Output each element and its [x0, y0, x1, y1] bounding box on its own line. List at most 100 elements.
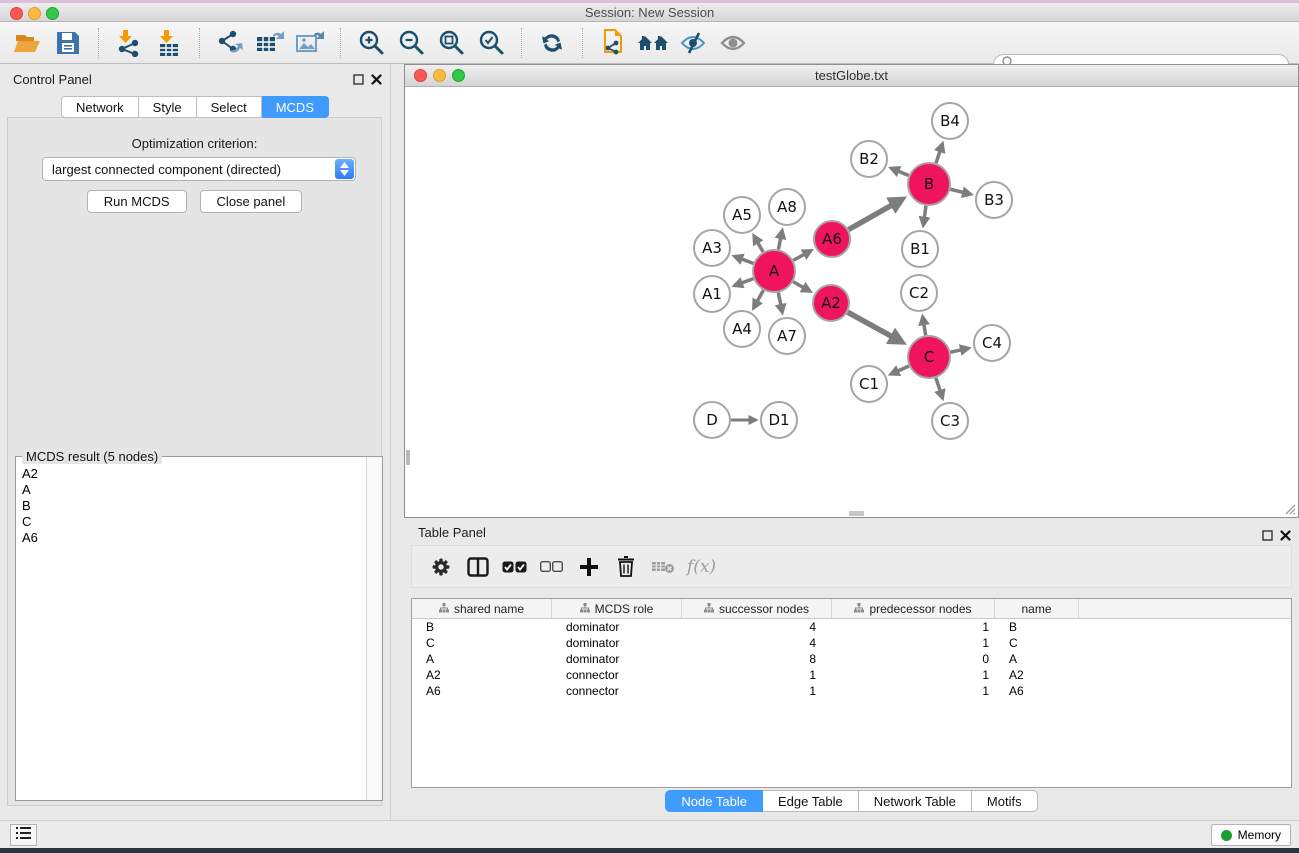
graph-node-C2[interactable]: C2 [901, 275, 937, 311]
close-table-panel-icon[interactable] [1280, 528, 1291, 546]
criterion-select[interactable]: largest connected component (directed) [42, 157, 356, 181]
edge-B-B1[interactable] [923, 206, 926, 225]
tab-select[interactable]: Select [197, 96, 262, 118]
hide-graphics-details-icon[interactable] [673, 27, 713, 59]
import-network-icon[interactable] [109, 27, 149, 59]
column-header-name[interactable]: name [995, 599, 1079, 618]
export-image-icon[interactable] [290, 27, 330, 59]
graph-node-A5[interactable]: A5 [724, 197, 760, 233]
add-row-icon[interactable] [570, 552, 607, 582]
tab-style[interactable]: Style [139, 96, 197, 118]
zoom-in-icon[interactable] [351, 27, 391, 59]
graph-node-A2[interactable]: A2 [813, 285, 849, 321]
close-panel-icon[interactable] [371, 72, 382, 90]
show-graphics-details-icon[interactable] [713, 27, 753, 59]
graph-node-A3[interactable]: A3 [694, 230, 730, 266]
open-file-icon[interactable] [8, 27, 48, 59]
column-header-shared-name[interactable]: shared name [412, 599, 552, 618]
table-row[interactable]: Bdominator41B [412, 619, 1291, 635]
edge-A-A1[interactable] [735, 279, 754, 286]
vertical-scroll-thumb[interactable] [406, 450, 410, 465]
memory-button[interactable]: Memory [1211, 824, 1291, 846]
float-table-panel-icon[interactable] [1262, 528, 1273, 546]
show-columns-icon[interactable] [459, 552, 496, 582]
column-header-successor-nodes[interactable]: successor nodes [682, 599, 832, 618]
export-table-icon[interactable] [250, 27, 290, 59]
zoom-out-icon[interactable] [391, 27, 431, 59]
graph-node-A8[interactable]: A8 [769, 189, 805, 225]
graph-node-A4[interactable]: A4 [724, 311, 760, 347]
tab-network[interactable]: Network [61, 96, 139, 118]
graph-node-B[interactable]: B [908, 163, 950, 205]
table-row[interactable]: Cdominator41C [412, 635, 1291, 651]
mcds-result-item[interactable]: A6 [22, 530, 365, 546]
delete-row-icon[interactable] [607, 552, 644, 582]
edge-A-A7[interactable] [778, 293, 782, 313]
graph-node-C3[interactable]: C3 [932, 403, 968, 439]
edge-A-A3[interactable] [735, 256, 754, 263]
tab-edge-table[interactable]: Edge Table [763, 790, 859, 812]
deselect-all-icon[interactable] [533, 552, 570, 582]
graph-node-D1[interactable]: D1 [761, 402, 797, 438]
close-panel-button[interactable]: Close panel [200, 190, 303, 213]
edge-B-B4[interactable] [936, 144, 942, 163]
mcds-result-list[interactable]: A2ABCA6 [17, 462, 365, 799]
edge-A-A5[interactable] [754, 236, 763, 252]
edge-A-A2[interactable] [793, 282, 810, 291]
edge-A-A8[interactable] [778, 231, 782, 250]
table-row[interactable]: A2connector11A2 [412, 667, 1291, 683]
tab-node-table[interactable]: Node Table [665, 790, 763, 812]
tab-motifs[interactable]: Motifs [972, 790, 1038, 812]
graph-node-D[interactable]: D [694, 402, 730, 438]
network-canvas[interactable]: B4 B2 B B3 A8A5 A6 A3 B1 A A1 C2 A2 A4A7 C4 C C1 C3 D D1 [406, 88, 1297, 516]
edge-C-C1[interactable] [891, 366, 909, 374]
select-all-icon[interactable] [496, 552, 533, 582]
edge-A2-C[interactable] [848, 312, 902, 342]
mcds-result-item[interactable]: C [22, 514, 365, 530]
edge-B-B2[interactable] [891, 168, 908, 175]
import-table-icon[interactable] [149, 27, 189, 59]
apply-preferred-layout-icon[interactable] [633, 27, 673, 59]
edge-C-C2[interactable] [923, 317, 926, 335]
graph-node-A6[interactable]: A6 [814, 221, 850, 257]
table-row[interactable]: A6connector11A6 [412, 683, 1291, 699]
mcds-result-item[interactable]: B [22, 498, 365, 514]
graph-node-C1[interactable]: C1 [851, 366, 887, 402]
edge-C-C3[interactable] [936, 378, 943, 398]
zoom-selected-icon[interactable] [471, 27, 511, 59]
horizontal-scroll-thumb[interactable] [849, 511, 864, 516]
graph-node-B1[interactable]: B1 [902, 231, 938, 267]
zoom-fit-icon[interactable] [431, 27, 471, 59]
save-session-icon[interactable] [48, 27, 88, 59]
tab-mcds[interactable]: MCDS [262, 96, 329, 118]
export-network-icon[interactable] [210, 27, 250, 59]
graph-node-A7[interactable]: A7 [769, 318, 805, 354]
table-settings-icon[interactable] [422, 552, 459, 582]
edge-A6-B[interactable] [849, 199, 903, 229]
task-history-button[interactable] [10, 824, 37, 846]
edge-C-C4[interactable] [950, 348, 968, 352]
graph-node-B4[interactable]: B4 [932, 103, 968, 139]
graph-node-C[interactable]: C [908, 336, 950, 378]
edge-A-A6[interactable] [793, 251, 810, 261]
graph-node-A1[interactable]: A1 [694, 276, 730, 312]
graph-node-B3[interactable]: B3 [976, 182, 1012, 218]
graph-node-A[interactable]: A [753, 250, 795, 292]
network-window-titlebar[interactable]: testGlobe.txt [405, 65, 1298, 87]
column-header-MCDS-role[interactable]: MCDS role [552, 599, 682, 618]
float-panel-icon[interactable] [353, 72, 364, 90]
graph-node-C4[interactable]: C4 [974, 325, 1010, 361]
table-row[interactable]: Adominator80A [412, 651, 1291, 667]
tab-network-table[interactable]: Network Table [859, 790, 972, 812]
graph-node-B2[interactable]: B2 [851, 141, 887, 177]
result-scrollbar[interactable] [366, 457, 382, 800]
resize-grip[interactable] [1282, 501, 1296, 515]
mcds-result-item[interactable]: A2 [22, 466, 365, 482]
column-header-predecessor-nodes[interactable]: predecessor nodes [832, 599, 995, 618]
edge-B-B3[interactable] [950, 189, 970, 194]
open-session-from-file-icon[interactable] [593, 27, 633, 59]
refresh-icon[interactable] [532, 27, 572, 59]
run-mcds-button[interactable]: Run MCDS [87, 190, 187, 213]
network-graph[interactable]: B4 B2 B B3 A8A5 A6 A3 B1 A A1 C2 A2 A4A7 C4 C C1 C3 D D1 [406, 88, 1297, 516]
mcds-result-item[interactable]: A [22, 482, 365, 498]
